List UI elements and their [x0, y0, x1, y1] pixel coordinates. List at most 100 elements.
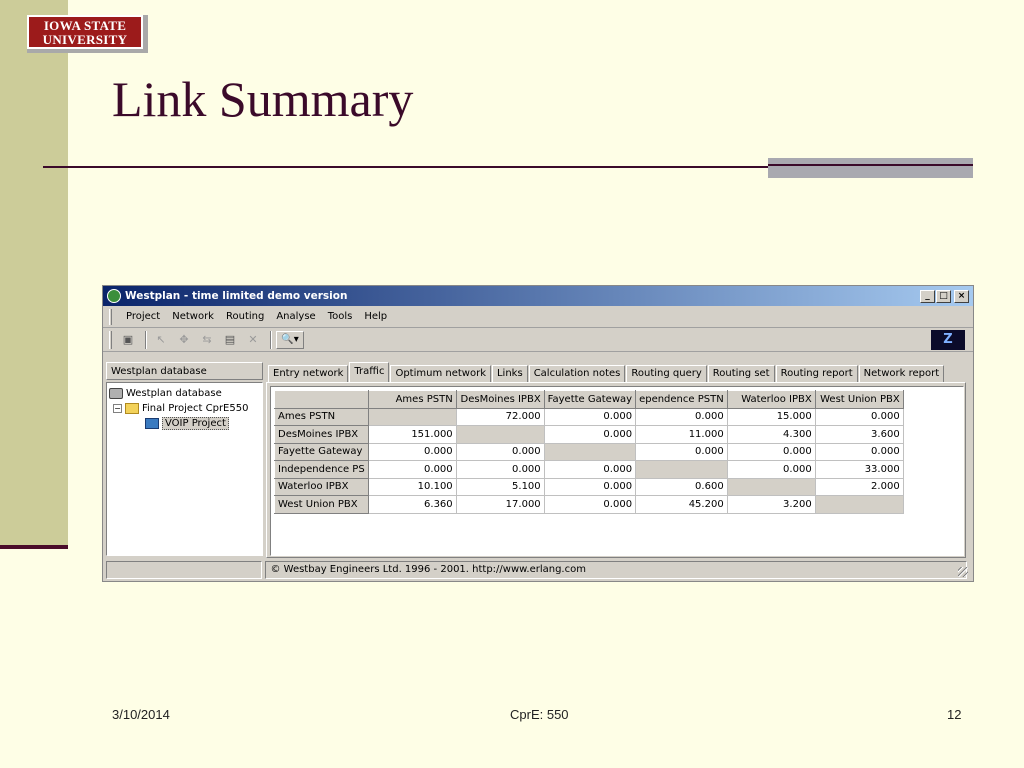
row-header[interactable]: Fayette Gateway [274, 442, 369, 461]
tree-item-label: Westplan database [126, 388, 222, 399]
footer-page-number: 12 [947, 707, 962, 722]
tree-item-label: VOIP Project [162, 417, 229, 430]
collapse-toggle-icon[interactable]: − [113, 404, 122, 413]
table-cell[interactable]: 0.000 [368, 443, 457, 461]
row-header[interactable]: West Union PBX [274, 495, 369, 514]
table-cell[interactable]: 0.000 [727, 443, 816, 461]
tab-calculation-notes[interactable]: Calculation notes [528, 365, 626, 382]
title-rule-accent [768, 158, 973, 178]
table-cell[interactable]: 72.000 [456, 408, 545, 426]
tab-routing-query[interactable]: Routing query [626, 365, 707, 382]
maximize-button[interactable]: □ [936, 289, 951, 303]
row-header[interactable]: Waterloo IPBX [274, 477, 369, 496]
table-cell[interactable]: 15.000 [727, 408, 816, 426]
table-cell[interactable]: 33.000 [815, 460, 904, 479]
column-header[interactable]: Waterloo IPBX [726, 390, 816, 409]
row-header[interactable]: Ames PSTN [274, 407, 369, 426]
table-cell[interactable]: 0.000 [544, 495, 637, 514]
table-cell[interactable]: 151.000 [368, 425, 457, 444]
table-cell[interactable]: 0.000 [544, 460, 637, 479]
table-cell[interactable]: 0.000 [456, 460, 545, 479]
tree-item-westplan-database[interactable]: Westplan database [109, 386, 260, 401]
slide-left-band-line [0, 545, 68, 549]
table-cell[interactable]: 0.600 [635, 478, 728, 496]
tab-routing-report[interactable]: Routing report [775, 365, 858, 382]
delete-icon[interactable]: ✕ [243, 331, 263, 349]
university-logo: IOWA STATE UNIVERSITY [27, 15, 148, 53]
table-cell[interactable]: 0.000 [635, 408, 728, 426]
table-cell[interactable] [635, 460, 728, 479]
menu-bar: Project Network Routing Analyse Tools He… [103, 306, 973, 328]
table-cell[interactable]: 5.100 [456, 478, 545, 496]
menu-network[interactable]: Network [166, 311, 220, 322]
project-icon [145, 418, 159, 429]
table-cell[interactable] [544, 443, 637, 461]
menu-project[interactable]: Project [120, 311, 166, 322]
table-row: West Union PBX 6.360 17.000 0.000 45.200 3.20… [274, 495, 904, 514]
menu-routing[interactable]: Routing [220, 311, 270, 322]
window-title: Westplan - time limited demo version [125, 290, 348, 302]
table-cell[interactable]: 0.000 [544, 425, 637, 444]
table-cell[interactable]: 0.000 [368, 460, 457, 479]
tree-item-final-project[interactable]: − Final Project CprE550 [109, 401, 260, 416]
slide-title: Link Summary [112, 71, 414, 127]
table-row: DesMoines IPBX 151.000 0.000 11.000 4.300 3.6… [274, 425, 904, 444]
table-cell[interactable]: 45.200 [635, 495, 728, 514]
add-link-icon[interactable]: ⇆ [197, 331, 217, 349]
add-node-icon[interactable]: ✥ [174, 331, 194, 349]
table-cell[interactable]: 0.000 [727, 460, 816, 479]
tab-strip: Entry network Traffic Optimum network Li… [266, 362, 970, 382]
table-cell[interactable]: 17.000 [456, 495, 545, 514]
table-cell[interactable] [815, 495, 904, 514]
traffic-tab-panel: Ames PSTN DesMoines IPBX Fayette Gateway… [266, 382, 966, 558]
table-cell[interactable]: 0.000 [544, 478, 637, 496]
tree-item-voip-project[interactable]: VOIP Project [109, 416, 260, 431]
table-cell[interactable]: 3.600 [815, 425, 904, 444]
tab-network-report[interactable]: Network report [858, 365, 945, 382]
table-cell[interactable]: 0.000 [544, 408, 637, 426]
table-cell[interactable] [368, 408, 457, 426]
column-header[interactable]: West Union PBX [814, 390, 904, 409]
table-cell[interactable] [727, 478, 816, 496]
tab-links[interactable]: Links [491, 365, 528, 382]
table-cell[interactable]: 10.100 [368, 478, 457, 496]
print-preview-icon[interactable]: 🔍▾ [276, 330, 304, 349]
properties-icon[interactable]: ▣ [118, 331, 138, 349]
close-button[interactable]: × [954, 289, 969, 303]
westplan-window: Westplan - time limited demo version _ □… [102, 285, 974, 582]
university-logo-box: IOWA STATE UNIVERSITY [27, 15, 143, 49]
table-cell[interactable]: 0.000 [635, 443, 728, 461]
pointer-icon[interactable]: ↖ [151, 331, 171, 349]
tab-traffic[interactable]: Traffic [349, 362, 390, 382]
menu-tools[interactable]: Tools [322, 311, 359, 322]
footer-course: CprE: 550 [510, 707, 569, 722]
table-cell[interactable]: 0.000 [456, 443, 545, 461]
menu-analyse[interactable]: Analyse [270, 311, 321, 322]
table-cell[interactable]: 6.360 [368, 495, 457, 514]
content-pane: Entry network Traffic Optimum network Li… [266, 362, 970, 558]
calculator-icon[interactable]: ▤ [220, 331, 240, 349]
tab-routing-set[interactable]: Routing set [707, 365, 775, 382]
tab-optimum-network[interactable]: Optimum network [390, 365, 491, 382]
row-header[interactable]: DesMoines IPBX [274, 425, 369, 444]
menu-help[interactable]: Help [358, 311, 393, 322]
column-header[interactable]: Ames PSTN [367, 390, 457, 409]
table-row: Independence PS 0.000 0.000 0.000 0.000 33.00… [274, 460, 904, 479]
table-cell[interactable]: 3.200 [727, 495, 816, 514]
table-cell[interactable] [456, 425, 545, 444]
table-cell[interactable]: 0.000 [815, 443, 904, 461]
resize-grip-icon[interactable] [958, 567, 968, 577]
column-header[interactable]: DesMoines IPBX [455, 390, 545, 409]
menu-grip [109, 308, 112, 325]
table-cell[interactable]: 0.000 [815, 408, 904, 426]
column-header[interactable]: Fayette Gateway [543, 390, 637, 409]
database-icon [109, 388, 123, 399]
table-cell[interactable]: 2.000 [815, 478, 904, 496]
minimize-button[interactable]: _ [920, 289, 935, 303]
table-cell[interactable]: 11.000 [635, 425, 728, 444]
row-header[interactable]: Independence PS [274, 460, 369, 479]
window-titlebar[interactable]: Westplan - time limited demo version _ □… [103, 286, 973, 306]
table-cell[interactable]: 4.300 [727, 425, 816, 444]
column-header[interactable]: ependence PSTN [635, 390, 728, 409]
tab-entry-network[interactable]: Entry network [268, 365, 349, 382]
